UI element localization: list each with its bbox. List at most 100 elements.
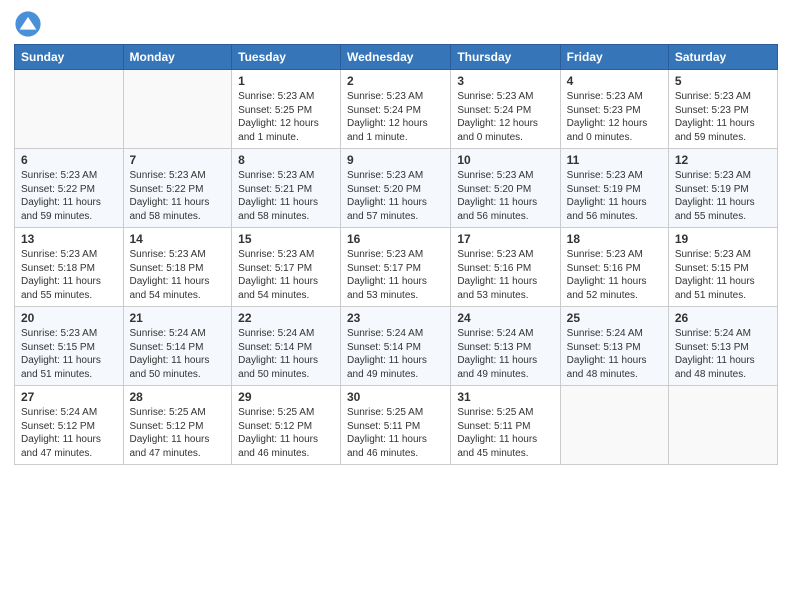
day-cell: 9Sunrise: 5:23 AM Sunset: 5:20 PM Daylig…: [341, 149, 451, 228]
day-cell: [123, 70, 232, 149]
day-cell: 7 Sunrise: 5:23 AM Sunset: 5:22 PM Daylig…: [123, 149, 232, 228]
day-number: 13: [21, 232, 117, 246]
day-info: Sunrise: 5:24 AM Sunset: 5:14 PM Dayligh…: [130, 327, 226, 381]
day-number: 28: [130, 390, 226, 404]
day-number: 16: [347, 232, 444, 246]
day-cell: 5 Sunrise: 5:23 AM Sunset: 5:23 PM Daylig…: [668, 70, 777, 149]
day-info: Sunrise: 5:23 AM Sunset: 5:20 PM Dayligh…: [457, 169, 553, 223]
day-number: 9: [347, 153, 444, 167]
calendar-header: SundayMondayTuesdayWednesdayThursdayFrid…: [15, 45, 778, 70]
day-info: Sunrise: 5:23 AM Sunset: 5:15 PM Dayligh…: [21, 327, 117, 381]
day-number: 24: [457, 311, 553, 325]
day-cell: 1 Sunrise: 5:23 AM Sunset: 5:25 PM Daylig…: [232, 70, 341, 149]
day-number: 20: [21, 311, 117, 325]
day-number: 18: [567, 232, 662, 246]
day-info: Sunrise: 5:23 AM Sunset: 5:17 PM Dayligh…: [238, 248, 334, 302]
day-number: 25: [567, 311, 662, 325]
header-cell-monday: Monday: [123, 45, 232, 70]
day-cell: 29 Sunrise: 5:25 AM Sunset: 5:12 PM Dayli…: [232, 386, 341, 465]
day-number: 5: [675, 74, 771, 88]
day-cell: 2 Sunrise: 5:23 AM Sunset: 5:24 PM Daylig…: [341, 70, 451, 149]
day-info: Sunrise: 5:23 AM Sunset: 5:25 PM Dayligh…: [238, 90, 334, 144]
day-info: Sunrise: 5:23 AM Sunset: 5:19 PM Dayligh…: [675, 169, 771, 223]
week-row-0: 1 Sunrise: 5:23 AM Sunset: 5:25 PM Daylig…: [15, 70, 778, 149]
day-info: Sunrise: 5:24 AM Sunset: 5:13 PM Dayligh…: [457, 327, 553, 381]
week-row-1: 6 Sunrise: 5:23 AM Sunset: 5:22 PM Daylig…: [15, 149, 778, 228]
day-number: 14: [130, 232, 226, 246]
calendar-body: 1 Sunrise: 5:23 AM Sunset: 5:25 PM Daylig…: [15, 70, 778, 465]
day-cell: 17 Sunrise: 5:23 AM Sunset: 5:16 PM Dayli…: [451, 228, 560, 307]
day-info: Sunrise: 5:23 AM Sunset: 5:17 PM Dayligh…: [347, 248, 444, 302]
day-info: Sunrise: 5:23 AM Sunset: 5:23 PM Dayligh…: [675, 90, 771, 144]
day-info: Sunrise: 5:25 AM Sunset: 5:11 PM Dayligh…: [457, 406, 553, 460]
day-cell: 11 Sunrise: 5:23 AM Sunset: 5:19 PM Dayli…: [560, 149, 668, 228]
day-number: 30: [347, 390, 444, 404]
day-cell: 28 Sunrise: 5:25 AM Sunset: 5:12 PM Dayli…: [123, 386, 232, 465]
day-cell: 26 Sunrise: 5:24 AM Sunset: 5:13 PM Dayli…: [668, 307, 777, 386]
day-cell: 10Sunrise: 5:23 AM Sunset: 5:20 PM Dayli…: [451, 149, 560, 228]
day-number: 17: [457, 232, 553, 246]
day-info: Sunrise: 5:23 AM Sunset: 5:24 PM Dayligh…: [347, 90, 444, 144]
week-row-3: 20 Sunrise: 5:23 AM Sunset: 5:15 PM Dayli…: [15, 307, 778, 386]
day-cell: 6 Sunrise: 5:23 AM Sunset: 5:22 PM Daylig…: [15, 149, 124, 228]
day-number: 26: [675, 311, 771, 325]
day-cell: 3Sunrise: 5:23 AM Sunset: 5:24 PM Daylig…: [451, 70, 560, 149]
day-cell: [668, 386, 777, 465]
header-cell-thursday: Thursday: [451, 45, 560, 70]
day-number: 19: [675, 232, 771, 246]
day-cell: 20 Sunrise: 5:23 AM Sunset: 5:15 PM Dayli…: [15, 307, 124, 386]
day-number: 6: [21, 153, 117, 167]
day-cell: 31 Sunrise: 5:25 AM Sunset: 5:11 PM Dayli…: [451, 386, 560, 465]
day-cell: 12 Sunrise: 5:23 AM Sunset: 5:19 PM Dayli…: [668, 149, 777, 228]
day-info: Sunrise: 5:23 AM Sunset: 5:18 PM Dayligh…: [21, 248, 117, 302]
header-cell-friday: Friday: [560, 45, 668, 70]
day-number: 1: [238, 74, 334, 88]
day-info: Sunrise: 5:23 AM Sunset: 5:18 PM Dayligh…: [130, 248, 226, 302]
day-number: 31: [457, 390, 553, 404]
day-cell: 8 Sunrise: 5:23 AM Sunset: 5:21 PM Daylig…: [232, 149, 341, 228]
day-number: 15: [238, 232, 334, 246]
day-info: Sunrise: 5:24 AM Sunset: 5:12 PM Dayligh…: [21, 406, 117, 460]
day-info: Sunrise: 5:25 AM Sunset: 5:12 PM Dayligh…: [130, 406, 226, 460]
day-cell: 19 Sunrise: 5:23 AM Sunset: 5:15 PM Dayli…: [668, 228, 777, 307]
day-cell: 30 Sunrise: 5:25 AM Sunset: 5:11 PM Dayli…: [341, 386, 451, 465]
day-info: Sunrise: 5:25 AM Sunset: 5:11 PM Dayligh…: [347, 406, 444, 460]
week-row-2: 13 Sunrise: 5:23 AM Sunset: 5:18 PM Dayli…: [15, 228, 778, 307]
logo: [14, 10, 46, 38]
day-info: Sunrise: 5:23 AM Sunset: 5:22 PM Dayligh…: [130, 169, 226, 223]
day-info: Sunrise: 5:24 AM Sunset: 5:13 PM Dayligh…: [567, 327, 662, 381]
header: [14, 10, 778, 38]
day-info: Sunrise: 5:24 AM Sunset: 5:13 PM Dayligh…: [675, 327, 771, 381]
header-cell-wednesday: Wednesday: [341, 45, 451, 70]
day-info: Sunrise: 5:23 AM Sunset: 5:16 PM Dayligh…: [457, 248, 553, 302]
day-info: Sunrise: 5:25 AM Sunset: 5:12 PM Dayligh…: [238, 406, 334, 460]
day-info: Sunrise: 5:23 AM Sunset: 5:22 PM Dayligh…: [21, 169, 117, 223]
day-number: 12: [675, 153, 771, 167]
day-cell: [560, 386, 668, 465]
day-number: 29: [238, 390, 334, 404]
day-cell: 4Sunrise: 5:23 AM Sunset: 5:23 PM Daylig…: [560, 70, 668, 149]
day-cell: 23 Sunrise: 5:24 AM Sunset: 5:14 PM Dayli…: [341, 307, 451, 386]
day-info: Sunrise: 5:24 AM Sunset: 5:14 PM Dayligh…: [347, 327, 444, 381]
day-number: 11: [567, 153, 662, 167]
day-cell: 14 Sunrise: 5:23 AM Sunset: 5:18 PM Dayli…: [123, 228, 232, 307]
day-info: Sunrise: 5:24 AM Sunset: 5:14 PM Dayligh…: [238, 327, 334, 381]
day-number: 2: [347, 74, 444, 88]
day-cell: 24 Sunrise: 5:24 AM Sunset: 5:13 PM Dayli…: [451, 307, 560, 386]
header-cell-sunday: Sunday: [15, 45, 124, 70]
day-cell: 25 Sunrise: 5:24 AM Sunset: 5:13 PM Dayli…: [560, 307, 668, 386]
day-number: 7: [130, 153, 226, 167]
day-info: Sunrise: 5:23 AM Sunset: 5:15 PM Dayligh…: [675, 248, 771, 302]
day-info: Sunrise: 5:23 AM Sunset: 5:21 PM Dayligh…: [238, 169, 334, 223]
day-number: 23: [347, 311, 444, 325]
day-cell: 21Sunrise: 5:24 AM Sunset: 5:14 PM Dayli…: [123, 307, 232, 386]
day-info: Sunrise: 5:23 AM Sunset: 5:19 PM Dayligh…: [567, 169, 662, 223]
day-cell: 22Sunrise: 5:24 AM Sunset: 5:14 PM Dayli…: [232, 307, 341, 386]
week-row-4: 27Sunrise: 5:24 AM Sunset: 5:12 PM Dayli…: [15, 386, 778, 465]
day-cell: 27Sunrise: 5:24 AM Sunset: 5:12 PM Dayli…: [15, 386, 124, 465]
day-number: 8: [238, 153, 334, 167]
header-cell-saturday: Saturday: [668, 45, 777, 70]
day-info: Sunrise: 5:23 AM Sunset: 5:16 PM Dayligh…: [567, 248, 662, 302]
header-cell-tuesday: Tuesday: [232, 45, 341, 70]
day-info: Sunrise: 5:23 AM Sunset: 5:23 PM Dayligh…: [567, 90, 662, 144]
